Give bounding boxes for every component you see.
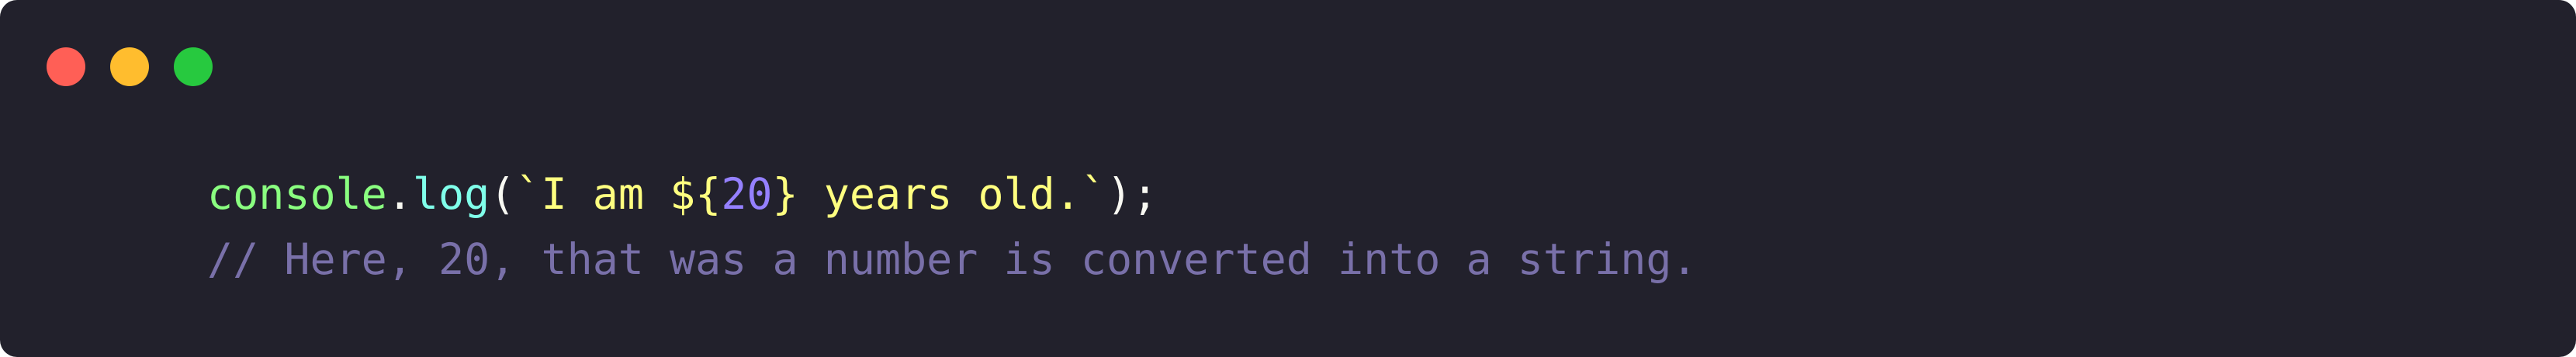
interpolation-open: ${ [670, 169, 722, 219]
maximize-button[interactable] [174, 47, 213, 86]
close-paren: ) [1106, 169, 1133, 219]
window-controls [47, 47, 213, 86]
number-literal: 20 [721, 169, 773, 219]
semicolon: ; [1132, 169, 1158, 219]
close-button[interactable] [47, 47, 85, 86]
minimize-button[interactable] [110, 47, 149, 86]
code-line-2: // Here, 20, that was a number is conver… [207, 227, 1698, 292]
code-block: console.log(`I am ${20} years old.`); // … [207, 161, 1698, 292]
interpolation-close: } [772, 169, 798, 219]
code-comment: // Here, 20, that was a number is conver… [207, 234, 1698, 284]
console-identifier: console [207, 169, 387, 219]
dot-operator: . [386, 169, 413, 219]
template-string-end: years old.` [798, 169, 1107, 219]
template-string-start: `I am [515, 169, 670, 219]
log-method: log [412, 169, 490, 219]
code-line-1: console.log(`I am ${20} years old.`); [207, 161, 1698, 227]
code-window: console.log(`I am ${20} years old.`); // … [0, 0, 2576, 357]
open-paren: ( [490, 169, 516, 219]
